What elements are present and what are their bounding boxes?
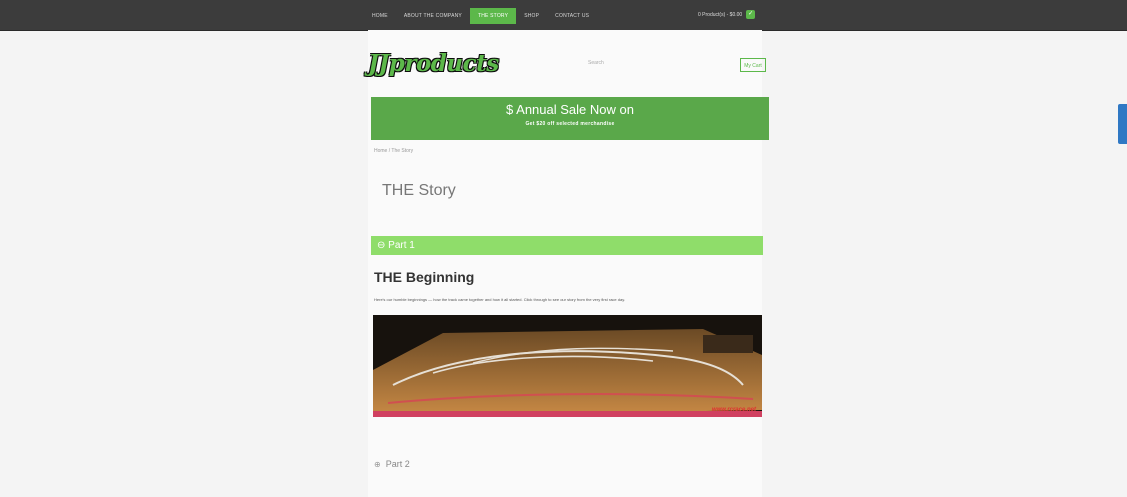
- accordion-part-2-label: Part 2: [385, 459, 410, 469]
- nav-about[interactable]: About the company: [396, 8, 470, 24]
- minus-icon: ⊖: [377, 240, 386, 251]
- top-bar: Home About the company The Story Shop Co…: [0, 0, 1127, 31]
- cart-icon[interactable]: ✓: [746, 10, 756, 19]
- cart-summary: 0 Product(s) - $0.00: [698, 11, 743, 18]
- section-text: Here's our humble beginnings — how the t…: [374, 297, 626, 302]
- nav-shop[interactable]: Shop: [516, 8, 547, 24]
- top-cart[interactable]: 0 Product(s) - $0.00 ✓: [698, 10, 756, 19]
- breadcrumb[interactable]: Home / The Story: [374, 148, 413, 154]
- page-content: JJproducts Search My Cart $ Annual Sale …: [368, 30, 769, 497]
- accordion-part-2[interactable]: ⊕ Part 2: [374, 459, 410, 469]
- search-input[interactable]: Search: [588, 60, 604, 66]
- banner-subtitle: Get $20 off selected merchandise: [525, 121, 615, 127]
- nav-home[interactable]: Home: [364, 8, 396, 24]
- banner-title: $ Annual Sale Now on: [506, 102, 634, 117]
- feedback-side-tab[interactable]: [1118, 104, 1127, 144]
- track-photo: www.rcrace.net: [373, 315, 762, 417]
- accordion-part-1[interactable]: ⊖ Part 1: [371, 236, 763, 255]
- main-nav: Home About the company The Story Shop Co…: [364, 8, 597, 24]
- nav-the-story[interactable]: The Story: [469, 8, 517, 24]
- photo-credit: www.rcrace.net: [711, 407, 756, 413]
- my-cart-button[interactable]: My Cart: [740, 58, 766, 72]
- page-title: THE Story: [382, 182, 456, 199]
- section-title: THE Beginning: [374, 269, 475, 285]
- plus-icon: ⊕: [374, 459, 381, 469]
- sale-banner[interactable]: $ Annual Sale Now on Get $20 off selecte…: [371, 97, 769, 140]
- site-logo[interactable]: JJproducts: [368, 50, 500, 80]
- track-photo-image: [373, 315, 762, 417]
- accordion-part-1-label: Part 1: [388, 240, 415, 251]
- nav-contact[interactable]: Contact Us: [547, 8, 597, 24]
